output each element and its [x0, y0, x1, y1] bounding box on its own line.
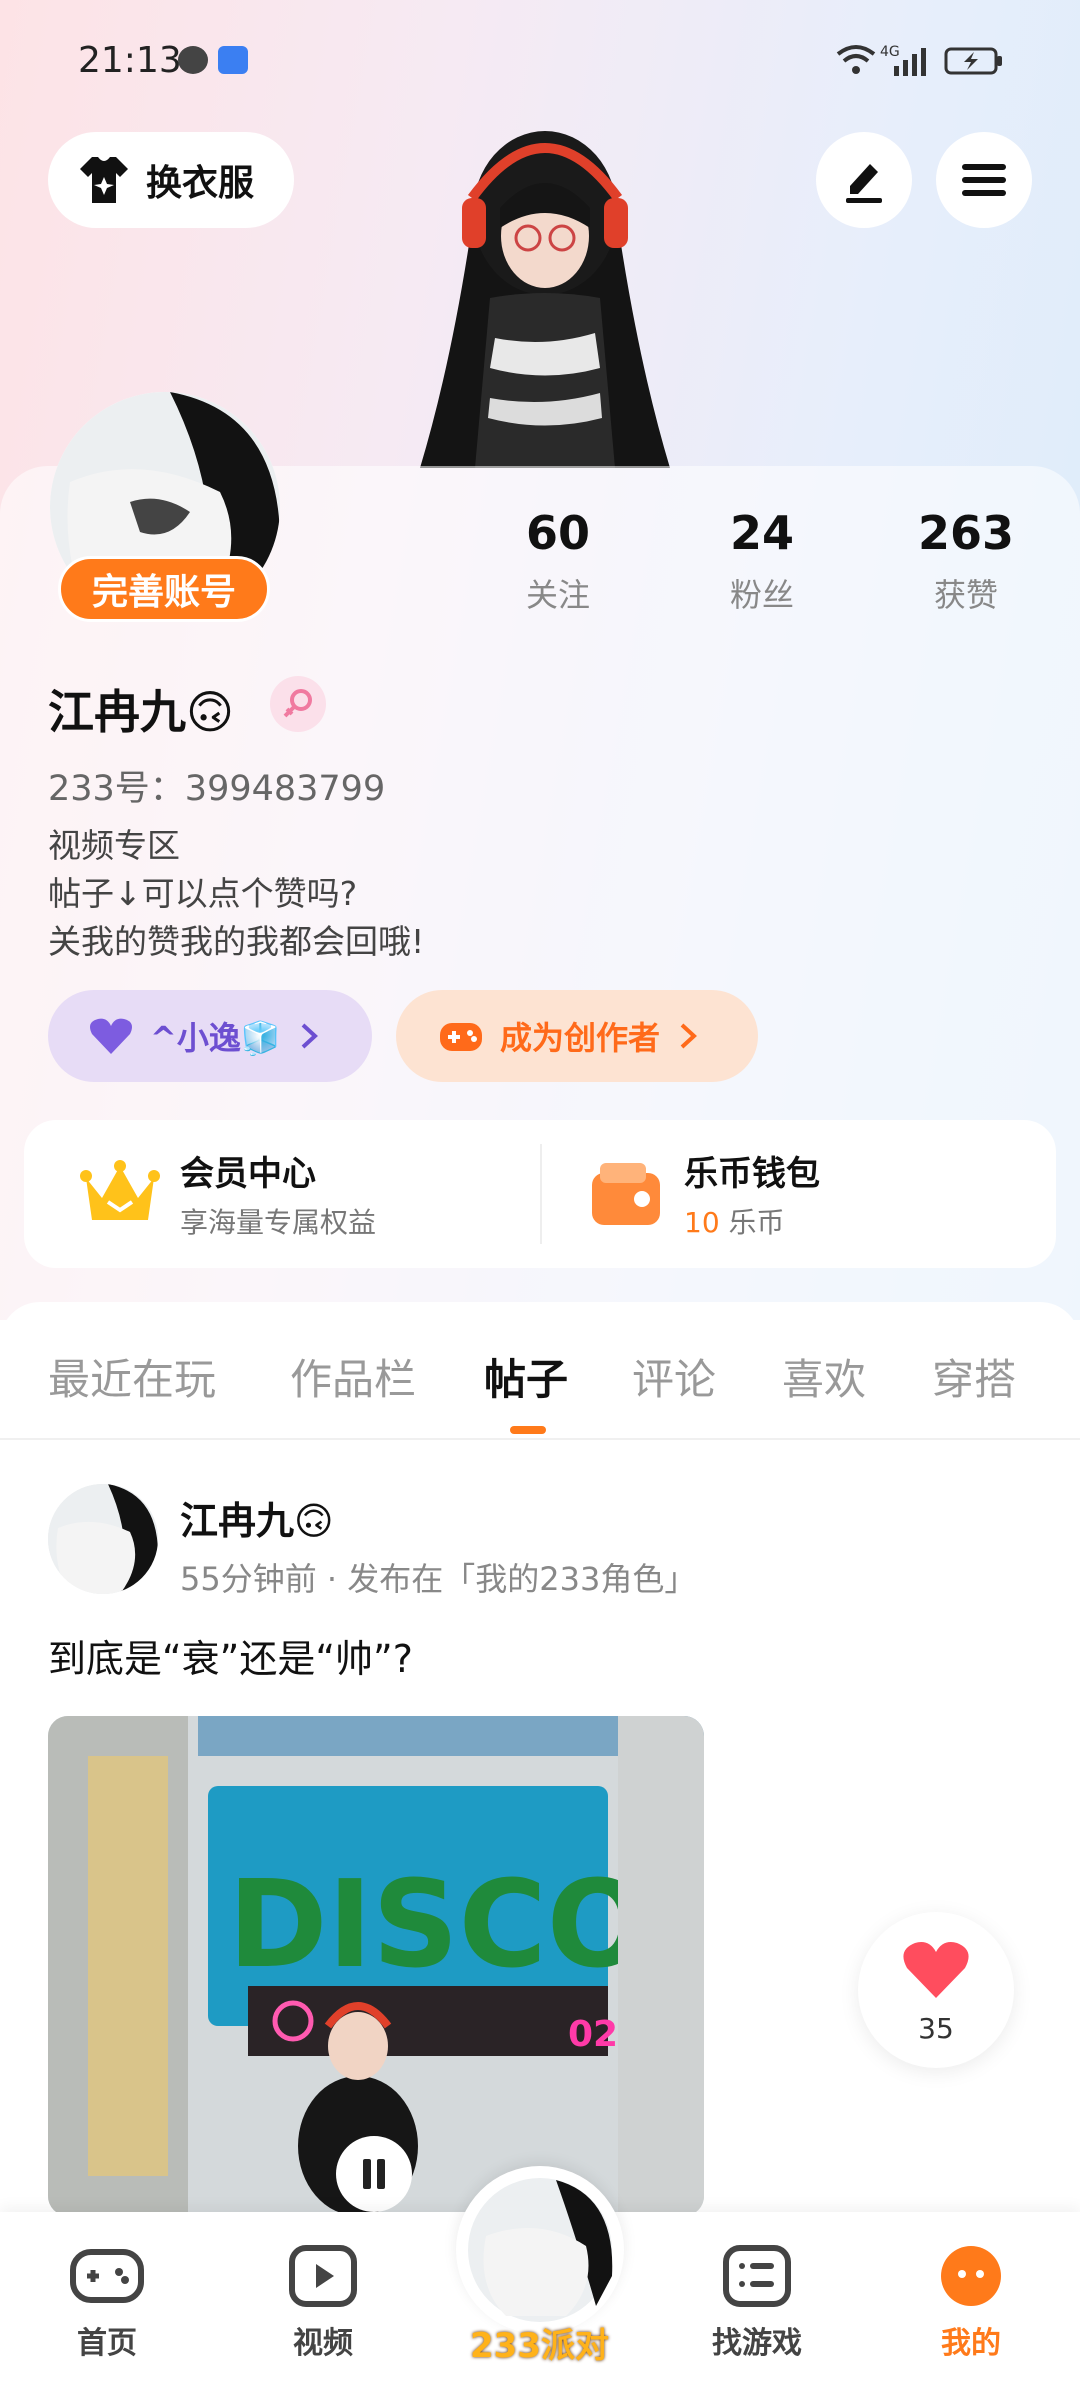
- bio-line: 关我的赞我的我都会回哦!: [48, 922, 425, 961]
- nav-video[interactable]: 视频: [258, 2244, 388, 2362]
- become-creator-button[interactable]: 成为创作者: [396, 990, 758, 1082]
- status-bar: 21:13 4G: [0, 0, 1080, 120]
- tab-outfits[interactable]: 穿搭: [932, 1346, 1016, 1407]
- following-label: 关注: [525, 576, 590, 614]
- tab-posts[interactable]: 帖子: [484, 1346, 568, 1407]
- nav-video-label: 视频: [293, 2326, 353, 2361]
- wallet-title: 乐币钱包: [684, 1154, 820, 1194]
- wechat-icon: [178, 46, 208, 74]
- wallet-icon: [592, 1162, 660, 1225]
- wallet-entry[interactable]: 乐币钱包 10 乐币: [588, 1146, 820, 1241]
- likes-received-label: 获赞: [933, 576, 998, 614]
- signal-icon: [894, 48, 926, 76]
- post-author-avatar[interactable]: [48, 1484, 158, 1594]
- username-text: 江冉九🙃: [48, 685, 234, 739]
- nav-mine[interactable]: 我的: [906, 2244, 1036, 2362]
- avatar-character-image: [420, 131, 670, 468]
- party-avatar-icon: [468, 2178, 613, 2322]
- post-like-button[interactable]: 35: [858, 1912, 1014, 2068]
- nav-find-games[interactable]: 找游戏: [692, 2244, 822, 2362]
- wallet-balance: 10 乐币: [684, 1201, 820, 1241]
- tab-likes[interactable]: 喜欢: [782, 1346, 866, 1407]
- change-outfit-label: 换衣服: [146, 163, 255, 204]
- status-time: 21:13: [78, 40, 182, 81]
- complete-account-button[interactable]: 完善账号: [58, 556, 270, 622]
- post-meta: 55分钟前 · 发布在「我的233角色」: [180, 1560, 697, 1598]
- edit-icon: [846, 164, 882, 203]
- crown-icon: [80, 1159, 160, 1220]
- member-center-title: 会员中心: [180, 1154, 316, 1194]
- edit-profile-button[interactable]: [816, 132, 912, 228]
- nav-party[interactable]: [456, 2166, 624, 2334]
- chevron-right-icon: [301, 1023, 318, 1049]
- nav-find-games-label: 找游戏: [712, 2326, 802, 2361]
- tab-recently-played[interactable]: 最近在玩: [48, 1346, 216, 1407]
- app-notification-icon: [218, 46, 248, 74]
- profile-face-icon: [941, 2246, 1001, 2306]
- hamburger-menu-icon: [962, 164, 1006, 196]
- stat-following[interactable]: 60 关注: [478, 506, 638, 616]
- followers-count: 24: [729, 506, 794, 560]
- bio-line: 视频专区: [48, 826, 180, 865]
- wifi-icon: [836, 45, 876, 74]
- vip-divider: [540, 1144, 542, 1244]
- post-text: 到底是“衰”还是“帅”?: [48, 1637, 413, 1681]
- fan-badge-button[interactable]: ^小逸🧊: [48, 990, 372, 1082]
- tab-works[interactable]: 作品栏: [290, 1346, 416, 1407]
- tshirt-icon: [80, 157, 128, 203]
- gamepad-outline-icon: [70, 2249, 144, 2303]
- nav-home-label: 首页: [77, 2326, 137, 2361]
- active-tab-indicator: [510, 1426, 546, 1434]
- post-like-count: 35: [918, 2012, 954, 2045]
- become-creator-label: 成为创作者: [500, 1019, 661, 1057]
- gamepad-icon: [440, 1023, 482, 1051]
- user-id: 233号：399483799: [48, 769, 386, 809]
- tab-comments[interactable]: 评论: [632, 1346, 716, 1407]
- disco-sign-text: DISCO: [228, 1856, 649, 1995]
- post-author-name[interactable]: 江冉九🙃: [180, 1490, 334, 1545]
- video-play-icon: [289, 2245, 357, 2307]
- purple-heart-icon: [90, 1018, 132, 1054]
- list-icon: [723, 2245, 791, 2307]
- battery-icon: [944, 47, 1002, 75]
- pause-button[interactable]: [336, 2136, 412, 2212]
- post-video[interactable]: DISCO 02: [48, 1716, 704, 2216]
- sign-number: 02: [568, 2014, 618, 2055]
- nav-mine-label: 我的: [941, 2326, 1001, 2361]
- heart-icon: [903, 1942, 969, 1998]
- member-center-entry[interactable]: 会员中心 享海量专属权益: [80, 1146, 376, 1241]
- change-outfit-button[interactable]: 换衣服: [48, 132, 294, 228]
- member-center-subtitle: 享海量专属权益: [180, 1206, 377, 1239]
- likes-received-count: 263: [917, 506, 1015, 560]
- chevron-right-icon: [680, 1023, 697, 1049]
- nav-home[interactable]: 首页: [42, 2244, 172, 2362]
- nav-party-label: 233派对: [470, 2326, 609, 2366]
- profile-tabs: 最近在玩 作品栏 帖子 评论 喜欢 穿搭: [0, 1302, 1080, 1440]
- pause-icon: [363, 2159, 385, 2189]
- followers-label: 粉丝: [729, 576, 794, 614]
- female-gender-icon: [270, 676, 326, 732]
- menu-button[interactable]: [936, 132, 1032, 228]
- stat-likes[interactable]: 263 获赞: [886, 506, 1046, 616]
- vip-wallet-panel: 会员中心 享海量专属权益 乐币钱包 10 乐币: [24, 1120, 1056, 1268]
- profile-username: 江冉九🙃: [48, 676, 234, 742]
- stat-followers[interactable]: 24 粉丝: [682, 506, 842, 616]
- avatar-image: [48, 1484, 158, 1594]
- fan-badge-label: ^小逸🧊: [150, 1019, 281, 1057]
- wallet-amount: 10: [684, 1206, 720, 1239]
- profile-bio: 视频专区 帖子↓可以点个赞吗? 关我的赞我的我都会回哦!: [48, 822, 424, 966]
- wallet-unit: 乐币: [719, 1206, 785, 1239]
- following-count: 60: [525, 506, 590, 560]
- bio-line: 帖子↓可以点个赞吗?: [48, 874, 358, 913]
